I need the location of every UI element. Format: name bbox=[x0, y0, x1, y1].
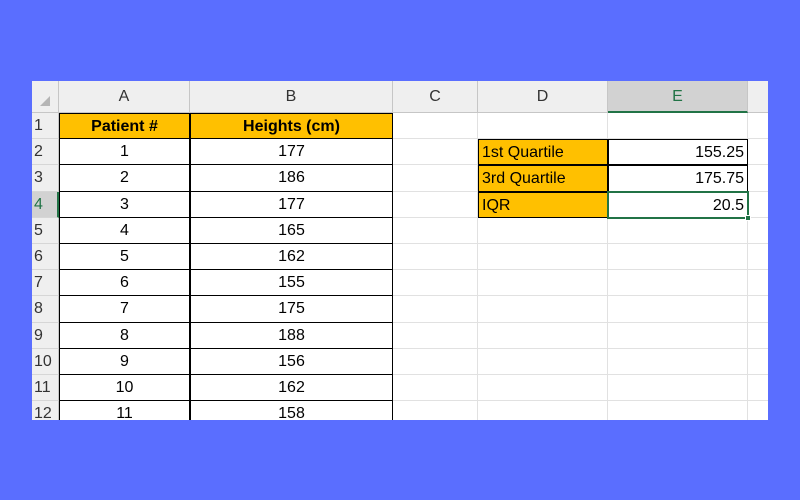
grid-cell[interactable] bbox=[393, 322, 478, 349]
height-cell[interactable]: 155 bbox=[190, 270, 393, 297]
summary-label: IQR bbox=[478, 191, 608, 218]
grid-cell[interactable] bbox=[608, 217, 748, 244]
grid-cell[interactable] bbox=[748, 165, 768, 192]
grid-cell[interactable] bbox=[393, 348, 478, 375]
fill-handle[interactable] bbox=[745, 214, 751, 221]
patient-number-cell[interactable]: 7 bbox=[59, 296, 190, 323]
grid-cell[interactable] bbox=[608, 348, 748, 375]
height-cell[interactable]: 188 bbox=[190, 322, 393, 349]
row-header-5[interactable]: 5 bbox=[32, 217, 59, 244]
grid-cell[interactable] bbox=[393, 296, 478, 323]
grid-cell[interactable] bbox=[478, 244, 608, 271]
summary-value[interactable]: 155.25 bbox=[608, 139, 748, 166]
height-cell[interactable]: 175 bbox=[190, 296, 393, 323]
column-header-d[interactable]: D bbox=[478, 81, 608, 113]
grid-cell[interactable] bbox=[748, 375, 768, 402]
row-header-3[interactable]: 3 bbox=[32, 165, 59, 192]
grid-cell[interactable] bbox=[748, 218, 768, 244]
grid-cell[interactable] bbox=[393, 191, 478, 218]
grid-cell[interactable] bbox=[393, 401, 478, 420]
grid-cell[interactable] bbox=[393, 165, 478, 192]
patient-number-cell[interactable]: 4 bbox=[59, 217, 190, 244]
summary-label: 1st Quartile bbox=[478, 139, 608, 166]
grid-cell[interactable] bbox=[393, 139, 478, 166]
select-all-triangle-icon bbox=[40, 96, 50, 106]
column-header-b[interactable]: B bbox=[190, 81, 393, 113]
height-cell[interactable]: 165 bbox=[190, 217, 393, 244]
patient-number-cell[interactable]: 9 bbox=[59, 348, 190, 375]
grid-cell[interactable] bbox=[393, 217, 478, 244]
row-header-8[interactable]: 8 bbox=[32, 296, 59, 323]
row-header-11[interactable]: 11 bbox=[32, 375, 59, 402]
grid-cell[interactable] bbox=[478, 296, 608, 323]
row-header-9[interactable]: 9 bbox=[32, 322, 59, 349]
height-cell[interactable]: 186 bbox=[190, 165, 393, 192]
grid-cell[interactable] bbox=[748, 139, 768, 166]
patient-number-cell[interactable]: 6 bbox=[59, 270, 190, 297]
row-header-4[interactable]: 4 bbox=[32, 191, 59, 218]
grid-cell[interactable] bbox=[478, 270, 608, 297]
row-header-12[interactable]: 12 bbox=[32, 401, 59, 420]
column-header-a[interactable]: A bbox=[59, 81, 190, 113]
grid-cell[interactable] bbox=[608, 244, 748, 271]
grid-cell[interactable] bbox=[608, 113, 748, 140]
height-cell[interactable]: 156 bbox=[190, 348, 393, 375]
grid-cell[interactable] bbox=[478, 375, 608, 402]
grid-cell[interactable] bbox=[748, 401, 768, 420]
spreadsheet-grid[interactable]: A B C D E 1 2 3 4 5 6 7 8 9 10 11 12 Patient # Heights (cm… bbox=[32, 81, 768, 420]
grid-cell[interactable] bbox=[748, 296, 768, 323]
height-cell[interactable]: 158 bbox=[190, 401, 393, 420]
grid-cell[interactable] bbox=[478, 322, 608, 349]
row-header-1[interactable]: 1 bbox=[32, 113, 59, 140]
grid-cell[interactable] bbox=[608, 401, 748, 420]
grid-cell[interactable] bbox=[748, 323, 768, 349]
patient-number-cell[interactable]: 8 bbox=[59, 322, 190, 349]
grid-cell[interactable] bbox=[748, 349, 768, 375]
grid-cell[interactable] bbox=[478, 401, 608, 420]
row-header-10[interactable]: 10 bbox=[32, 348, 59, 375]
column-header-e[interactable]: E bbox=[608, 81, 748, 113]
grid-cell[interactable] bbox=[608, 270, 748, 297]
grid-cell[interactable] bbox=[478, 113, 608, 140]
patient-number-cell[interactable]: 1 bbox=[59, 139, 190, 166]
grid-cell[interactable] bbox=[748, 270, 768, 297]
column-header-c[interactable]: C bbox=[393, 81, 478, 113]
grid-cell[interactable] bbox=[393, 113, 478, 140]
column-header-filler bbox=[748, 81, 768, 113]
grid-cell[interactable] bbox=[393, 375, 478, 402]
grid-cell[interactable] bbox=[608, 375, 748, 402]
patient-number-cell[interactable]: 2 bbox=[59, 165, 190, 192]
grid-cell[interactable] bbox=[748, 113, 768, 140]
row-header-2[interactable]: 2 bbox=[32, 139, 59, 166]
summary-value[interactable]: 175.75 bbox=[608, 165, 748, 192]
grid-cell[interactable] bbox=[478, 348, 608, 375]
height-cell[interactable]: 162 bbox=[190, 375, 393, 402]
height-cell[interactable]: 177 bbox=[190, 139, 393, 166]
selected-cell-outline bbox=[607, 190, 749, 219]
row-header-7[interactable]: 7 bbox=[32, 270, 59, 297]
patient-number-cell[interactable]: 3 bbox=[59, 191, 190, 218]
patient-number-cell[interactable]: 5 bbox=[59, 244, 190, 271]
select-all-corner[interactable] bbox=[32, 81, 59, 113]
grid-cell[interactable] bbox=[608, 296, 748, 323]
height-cell[interactable]: 177 bbox=[190, 191, 393, 218]
grid-cell[interactable] bbox=[478, 217, 608, 244]
patient-number-cell[interactable]: 10 bbox=[59, 375, 190, 402]
grid-cell[interactable] bbox=[393, 270, 478, 297]
grid-cell[interactable] bbox=[748, 244, 768, 271]
patient-number-cell[interactable]: 11 bbox=[59, 401, 190, 420]
summary-label: 3rd Quartile bbox=[478, 165, 608, 192]
row-header-6[interactable]: 6 bbox=[32, 244, 59, 271]
grid-cell[interactable] bbox=[748, 192, 768, 218]
height-cell[interactable]: 162 bbox=[190, 244, 393, 271]
grid-cell[interactable] bbox=[393, 244, 478, 271]
table-header-cell: Patient # bbox=[59, 113, 190, 140]
table-header-cell: Heights (cm) bbox=[190, 113, 393, 140]
grid-cell[interactable] bbox=[608, 322, 748, 349]
